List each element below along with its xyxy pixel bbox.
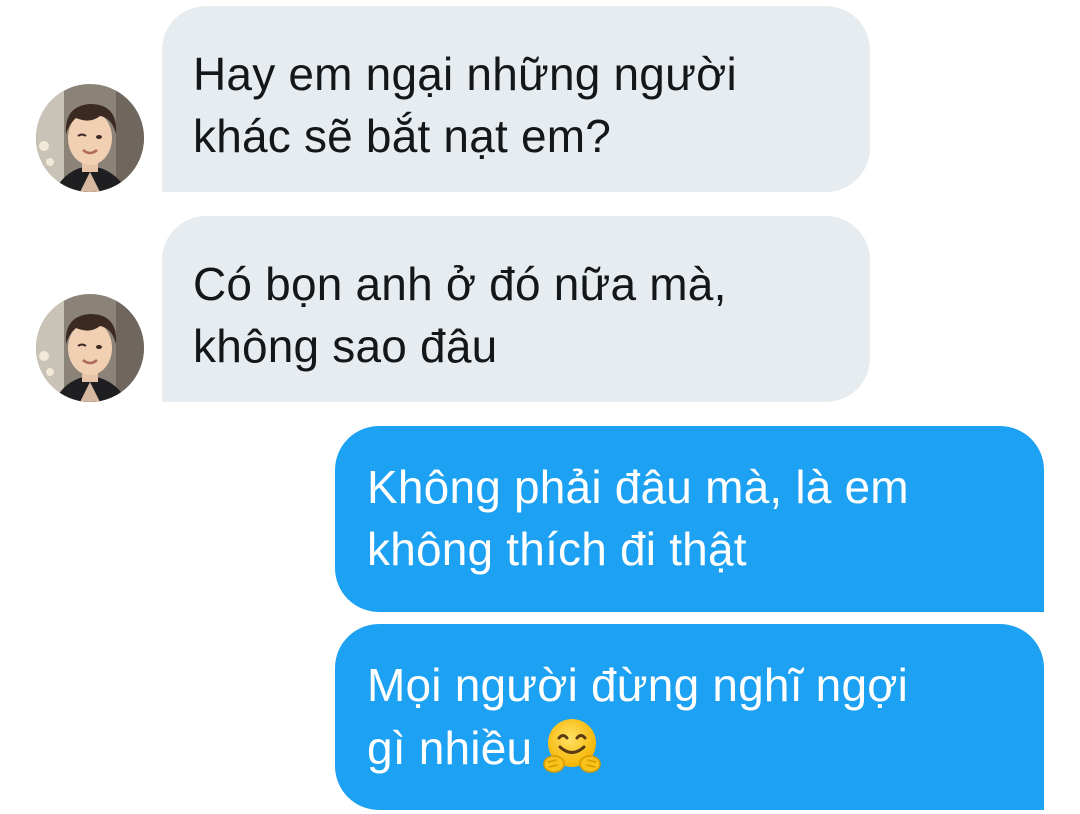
message-text: gì nhiều: [367, 722, 533, 774]
sender-avatar[interactable]: [36, 294, 144, 402]
message-text-line: Mọi người đừng nghĩ ngợi: [367, 659, 909, 711]
sender-avatar[interactable]: [36, 84, 144, 192]
message-text-line: không sao đâu: [193, 320, 498, 372]
message-bubble-outgoing[interactable]: Không phải đâu mà, là em không thích đi …: [335, 426, 1044, 612]
message-text-line-with-emoji: gì nhiều: [367, 716, 1014, 779]
message-bubble-incoming[interactable]: Hay em ngại những người khác sẽ bắt nạt …: [162, 6, 870, 192]
message-text-line: Có bọn anh ở đó nữa mà,: [193, 258, 727, 310]
message-text-line: Không phải đâu mà, là em: [367, 461, 909, 513]
message-text-line: khác sẽ bắt nạt em?: [193, 110, 612, 162]
hugging-face-emoji-icon: [542, 716, 602, 776]
avatar-photo-icon: [36, 84, 144, 192]
message-text-line: Hay em ngại những người: [193, 48, 737, 100]
message-bubble-outgoing[interactable]: Mọi người đừng nghĩ ngợi gì nhiều: [335, 624, 1044, 810]
avatar-photo-icon: [36, 294, 144, 402]
message-text-line: không thích đi thật: [367, 523, 747, 575]
message-bubble-incoming[interactable]: Có bọn anh ở đó nữa mà, không sao đâu: [162, 216, 870, 402]
